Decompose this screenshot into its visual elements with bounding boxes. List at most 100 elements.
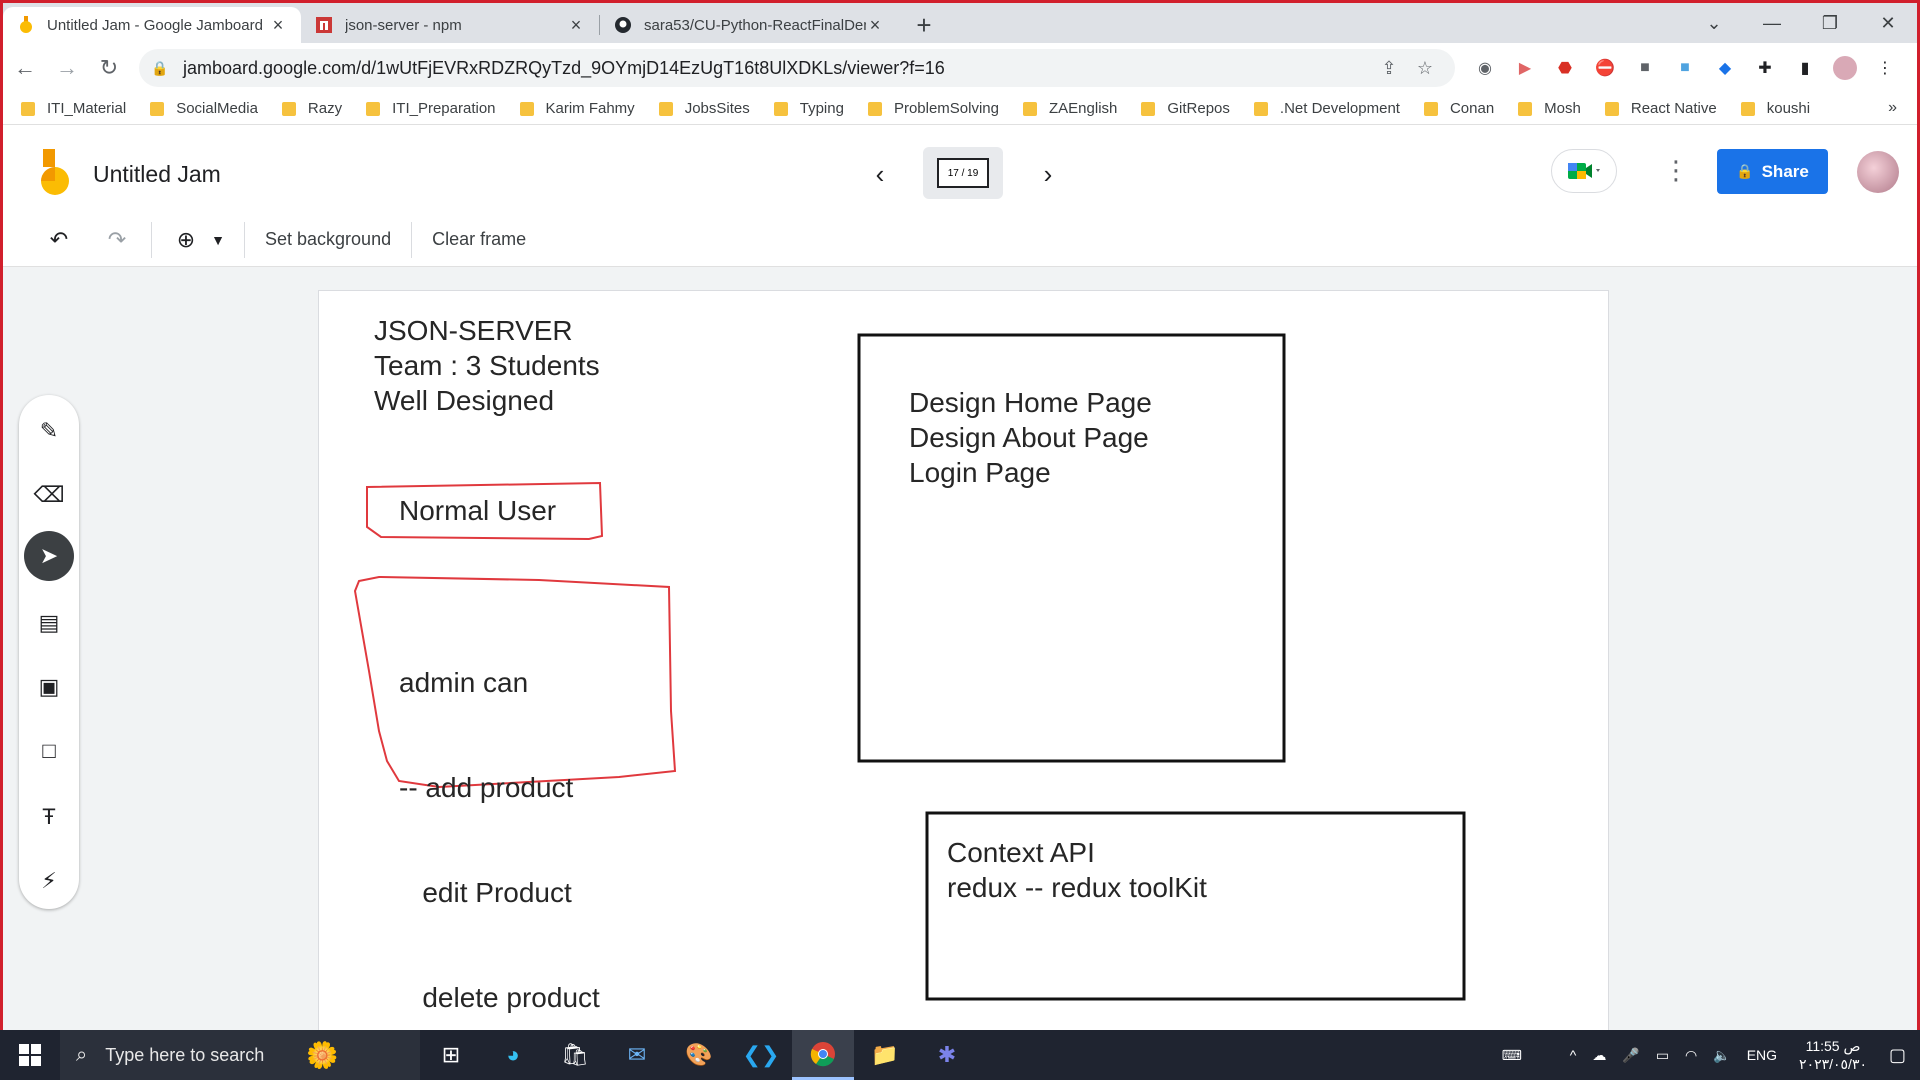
share-page-icon[interactable]: ⇪ xyxy=(1371,58,1407,79)
browser-window: Untitled Jam - Google Jamboard × json-se… xyxy=(0,0,1920,1030)
previous-frame-button[interactable]: ‹ xyxy=(865,159,895,190)
next-frame-button[interactable]: › xyxy=(1033,159,1063,190)
shape-icon[interactable]: □ xyxy=(27,729,71,773)
close-icon[interactable]: × xyxy=(567,15,585,36)
keyboard-icon[interactable]: ⌨ xyxy=(1502,1047,1522,1064)
header-text[interactable]: JSON-SERVER Team : 3 Students Well Desig… xyxy=(374,313,600,418)
sticky-note-icon[interactable]: ▤ xyxy=(27,601,71,645)
menu-icon[interactable]: ⋮ xyxy=(1869,52,1901,84)
set-background-button[interactable]: Set background xyxy=(259,229,397,250)
normal-user-text[interactable]: Normal User xyxy=(399,493,556,528)
share-button[interactable]: 🔒 Share xyxy=(1717,149,1828,194)
chrome-icon[interactable] xyxy=(792,1030,854,1080)
taskbar: ⌕ Type here to search 🌼 ⊞ ◕ 🛍 ✉ 🎨 ❮❯ 📁 ✱… xyxy=(0,1030,1920,1080)
tab-npm[interactable]: json-server - npm × xyxy=(301,7,599,43)
star-icon[interactable]: ☆ xyxy=(1407,58,1443,79)
clock[interactable]: 11:55 ص ٢٠٢٣/٠٥/٣٠ xyxy=(1799,1037,1867,1073)
notification-icon[interactable]: ▢ xyxy=(1889,1045,1906,1066)
bookmark-item[interactable]: JobsSites xyxy=(658,100,750,117)
redo-icon[interactable]: ↷ xyxy=(97,220,137,260)
tab-jamboard[interactable]: Untitled Jam - Google Jamboard × xyxy=(3,7,301,43)
shield-icon[interactable]: ◆ xyxy=(1709,52,1741,84)
pen-icon[interactable]: ✎ xyxy=(27,409,71,453)
bookmark-item[interactable]: Karim Fahmy xyxy=(519,100,635,117)
bookmark-item[interactable]: Razy xyxy=(281,100,342,117)
reload-button[interactable]: ↻ xyxy=(89,48,129,88)
bookmark-item[interactable]: ProblemSolving xyxy=(867,100,999,117)
tab-title: Untitled Jam - Google Jamboard xyxy=(47,16,263,34)
clock-date: ٢٠٢٣/٠٥/٣٠ xyxy=(1799,1056,1867,1072)
volume-icon[interactable]: 🔈 xyxy=(1713,1047,1730,1064)
wifi-icon[interactable]: ◠ xyxy=(1685,1047,1697,1064)
frame-bar-toggle[interactable]: 17 / 19 xyxy=(923,147,1003,199)
block-icon[interactable]: ⛔ xyxy=(1589,52,1621,84)
new-tab-button[interactable]: + xyxy=(906,7,942,43)
media-icon[interactable]: ▶ xyxy=(1509,52,1541,84)
account-avatar[interactable] xyxy=(1857,151,1899,193)
bookmark-item[interactable]: GitRepos xyxy=(1141,100,1230,117)
chevron-down-icon[interactable]: ▼ xyxy=(206,220,230,260)
bookmark-item[interactable]: koushi xyxy=(1740,100,1810,117)
clear-frame-button[interactable]: Clear frame xyxy=(426,229,532,250)
paint-icon[interactable]: 🎨 xyxy=(668,1030,730,1080)
bookmark-item[interactable]: React Native xyxy=(1604,100,1717,117)
bookmark-item[interactable]: Mosh xyxy=(1518,100,1581,117)
sidebar-icon[interactable]: ▮ xyxy=(1789,52,1821,84)
state-management-text[interactable]: Context API redux -- redux toolKit xyxy=(947,835,1207,905)
close-window-button[interactable]: ✕ xyxy=(1859,3,1917,43)
bookmark-item[interactable]: SocialMedia xyxy=(150,100,258,117)
minimize-button[interactable]: — xyxy=(1743,3,1801,43)
puzzle-icon[interactable]: ✚ xyxy=(1749,52,1781,84)
eraser-icon[interactable]: ⌫ xyxy=(27,473,71,517)
bookmark-item[interactable]: Typing xyxy=(773,100,844,117)
camera-icon[interactable]: ◉ xyxy=(1469,52,1501,84)
undo-icon[interactable]: ↶ xyxy=(39,220,79,260)
extension-blue-icon[interactable]: ■ xyxy=(1669,52,1701,84)
text-box-icon[interactable]: Ŧ xyxy=(27,795,71,839)
bookmark-item[interactable]: .Net Development xyxy=(1253,100,1400,117)
chevron-right-icon[interactable]: » xyxy=(1888,99,1897,117)
adblock-icon[interactable]: ⬣ xyxy=(1549,52,1581,84)
zoom-icon[interactable]: ⊕ xyxy=(166,220,206,260)
edge-icon[interactable]: ◕ xyxy=(482,1030,544,1080)
store-icon[interactable]: 🛍 xyxy=(544,1030,606,1080)
windows-start-icon[interactable] xyxy=(0,1030,60,1080)
bookmark-item[interactable]: Conan xyxy=(1423,100,1494,117)
bookmark-item[interactable]: ITI_Material xyxy=(21,100,126,117)
teams-icon[interactable]: ✱ xyxy=(916,1030,978,1080)
profile-avatar[interactable] xyxy=(1829,52,1861,84)
back-button[interactable]: ← xyxy=(5,48,45,88)
window-controls: ⌄ — ❐ ✕ xyxy=(1685,3,1917,43)
task-view-icon[interactable]: ⊞ xyxy=(420,1030,482,1080)
meet-button[interactable] xyxy=(1551,149,1617,193)
jam-board[interactable]: JSON-SERVER Team : 3 Students Well Desig… xyxy=(319,291,1608,1030)
bookmark-item[interactable]: ZAEnglish xyxy=(1023,100,1117,117)
forward-button[interactable]: → xyxy=(47,48,87,88)
taskbar-search[interactable]: ⌕ Type here to search 🌼 xyxy=(60,1030,420,1080)
close-icon[interactable]: × xyxy=(269,15,287,36)
image-icon[interactable]: ▣ xyxy=(27,665,71,709)
file-explorer-icon[interactable]: 📁 xyxy=(854,1030,916,1080)
chevron-down-icon[interactable]: ⌄ xyxy=(1685,3,1743,43)
select-icon[interactable]: ➤ xyxy=(24,531,74,581)
microphone-icon[interactable]: 🎤 xyxy=(1622,1047,1639,1064)
battery-icon[interactable]: ▭ xyxy=(1656,1047,1669,1064)
extension-gray-icon[interactable]: ■ xyxy=(1629,52,1661,84)
jam-title[interactable]: Untitled Jam xyxy=(93,161,221,188)
chevron-up-icon[interactable]: ^ xyxy=(1570,1047,1577,1063)
language-indicator[interactable]: ENG xyxy=(1747,1047,1777,1063)
url-text: jamboard.google.com/d/1wUtFjEVRxRDZRQyTz… xyxy=(183,57,945,78)
restore-button[interactable]: ❐ xyxy=(1801,3,1859,43)
pages-text[interactable]: Design Home Page Design About Page Login… xyxy=(909,385,1152,490)
admin-text[interactable]: admin can -- add product edit Product de… xyxy=(399,595,600,1030)
close-icon[interactable]: × xyxy=(866,15,884,36)
tab-github[interactable]: sara53/CU-Python-ReactFinalDem × xyxy=(600,7,898,43)
laser-icon[interactable]: ⚡ xyxy=(27,859,71,903)
cloud-icon[interactable]: ☁ xyxy=(1592,1047,1606,1064)
more-options-icon[interactable]: ⋮ xyxy=(1663,155,1689,186)
jam-header: Untitled Jam ‹ 17 / 19 › ⋮ 🔒 Share xyxy=(3,125,1917,213)
bookmark-item[interactable]: ITI_Preparation xyxy=(366,100,496,117)
vscode-icon[interactable]: ❮❯ xyxy=(730,1030,792,1080)
address-bar[interactable]: 🔒 jamboard.google.com/d/1wUtFjEVRxRDZRQy… xyxy=(139,49,1455,87)
mail-icon[interactable]: ✉ xyxy=(606,1030,668,1080)
